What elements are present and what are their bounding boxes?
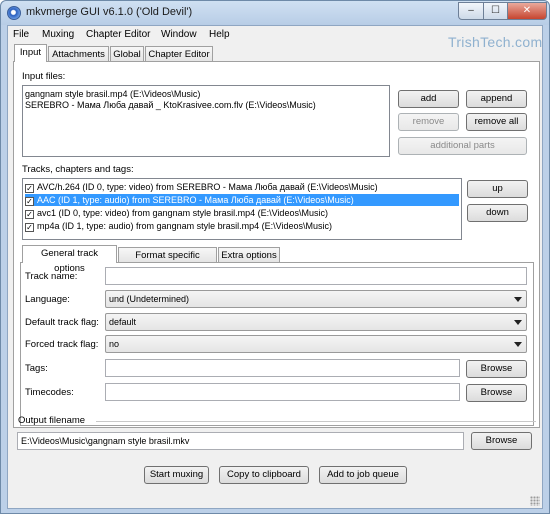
general-track-options-panel: Track name: Language: und (Undetermined)… [20,262,534,426]
tags-input[interactable] [105,359,460,377]
start-muxing-button[interactable]: Start muxing [144,466,209,484]
maximize-button[interactable]: ☐ [483,2,508,20]
track-item-text: mp4a (ID 1, type: audio) from gangnam st… [37,221,332,231]
minimize-button[interactable]: ‒ [458,2,484,20]
default-track-flag-select[interactable]: default [105,313,527,331]
chevron-down-icon [514,320,522,325]
client-area: File Muxing Chapter Editor Window Help T… [7,25,543,509]
menu-help[interactable]: Help [209,29,230,40]
menu-file[interactable]: File [13,29,29,40]
default-track-flag-value: default [109,317,137,327]
remove-all-button[interactable]: remove all [466,113,527,131]
output-filename-label: Output filename [18,415,86,426]
output-group-divider [96,421,536,422]
remove-button[interactable]: remove [398,113,459,131]
track-down-button[interactable]: down [467,204,528,222]
track-name-input[interactable] [105,267,527,285]
timecodes-browse-button[interactable]: Browse [466,384,527,402]
track-item-text: AVC/h.264 (ID 0, type: video) from SEREB… [37,182,378,192]
forced-track-flag-value: no [109,339,120,349]
input-tab-panel: Input files: gangnam style brasil.mp4 (E… [13,61,540,428]
tab-extra-options[interactable]: Extra options [218,247,280,263]
track-up-button[interactable]: up [467,180,528,198]
mkvmerge-app-icon [7,6,21,20]
chevron-down-icon [514,342,522,347]
output-filename-input[interactable]: E:\Videos\Music\gangnam style brasil.mkv [17,432,464,450]
tab-attachments[interactable]: Attachments [48,46,109,62]
timecodes-label: Timecodes: [25,387,74,398]
tab-global[interactable]: Global [110,46,144,62]
input-file-item[interactable]: SEREBRO - Мама Люба давай _ KtoKrasivee.… [25,99,316,111]
track-checkbox[interactable]: ✓ [25,184,34,193]
tab-input[interactable]: Input [14,44,47,62]
watermark-text: TrishTech.com [448,34,543,50]
input-files-list[interactable]: gangnam style brasil.mp4 (E:\Videos\Musi… [22,85,390,157]
menu-muxing[interactable]: Muxing [42,29,74,40]
timecodes-input[interactable] [105,383,460,401]
track-item[interactable]: ✓ AVC/h.264 (ID 0, type: video) from SERE… [25,181,378,193]
default-track-flag-label: Default track flag: [25,317,99,328]
input-files-label: Input files: [22,71,66,82]
resize-grip-icon[interactable] [530,496,540,506]
track-checkbox[interactable]: ✓ [25,223,34,232]
tab-general-track-options[interactable]: General track options [22,245,117,274]
language-label: Language: [25,294,70,305]
language-select[interactable]: und (Undetermined) [105,290,527,308]
menu-window[interactable]: Window [161,29,197,40]
tags-browse-button[interactable]: Browse [466,360,527,378]
track-item-text: AAC (ID 1, type: audio) from SEREBRO - М… [37,195,354,205]
additional-parts-button[interactable]: additional parts [398,137,527,155]
track-item-text: avc1 (ID 0, type: video) from gangnam st… [37,208,328,218]
track-item-selected[interactable]: ✓ AAC (ID 1, type: audio) from SEREBRO - … [25,194,459,206]
output-browse-button[interactable]: Browse [471,432,532,450]
track-checkbox[interactable]: ✓ [25,197,34,206]
close-button[interactable]: ✕ [507,2,547,20]
forced-track-flag-label: Forced track flag: [25,339,99,350]
track-checkbox[interactable]: ✓ [25,210,34,219]
tab-format-specific-options[interactable]: Format specific options [118,247,217,276]
window-title: mkvmerge GUI v6.1.0 ('Old Devil') [26,6,193,18]
menu-chapter-editor[interactable]: Chapter Editor [86,29,150,40]
append-button[interactable]: append [466,90,527,108]
forced-track-flag-select[interactable]: no [105,335,527,353]
chevron-down-icon [514,297,522,302]
track-item[interactable]: ✓ avc1 (ID 0, type: video) from gangnam s… [25,207,328,219]
track-item[interactable]: ✓ mp4a (ID 1, type: audio) from gangnam s… [25,220,332,232]
tracks-list[interactable]: ✓ AVC/h.264 (ID 0, type: video) from SERE… [22,178,462,240]
copy-to-clipboard-button[interactable]: Copy to clipboard [219,466,309,484]
language-value: und (Undetermined) [109,294,190,304]
app-window: mkvmerge GUI v6.1.0 ('Old Devil') ‒ ☐ ✕ … [0,0,550,514]
title-bar[interactable]: mkvmerge GUI v6.1.0 ('Old Devil') ‒ ☐ ✕ [1,1,549,25]
tags-label: Tags: [25,363,48,374]
add-to-job-queue-button[interactable]: Add to job queue [319,466,407,484]
tracks-label: Tracks, chapters and tags: [22,164,134,175]
add-button[interactable]: add [398,90,459,108]
tab-chapter-editor[interactable]: Chapter Editor [145,46,213,62]
